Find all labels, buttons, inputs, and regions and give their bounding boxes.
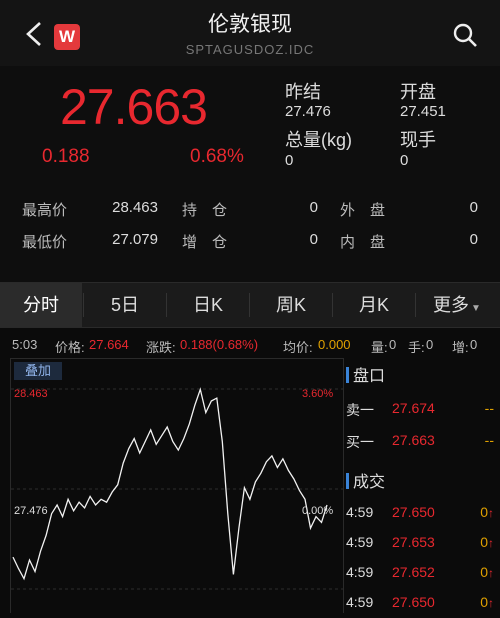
high-label: 最高价 [22, 202, 68, 219]
hold-label: 持 仓 [182, 202, 228, 219]
info-vol-label: 量: [371, 340, 388, 355]
open-label: 开盘 [400, 82, 436, 102]
inner-value: 0 [469, 231, 478, 248]
chart-mid-percent: 0.00% [302, 505, 334, 517]
prev-close-label: 昨结 [285, 82, 321, 102]
chart-top-price: 28.463 [14, 388, 48, 400]
info-inc: 0 [470, 337, 478, 352]
up-arrow-icon: ↑ [488, 506, 494, 520]
side-panel: 盘口 卖一 27.674 -- 买一 27.663 -- 成交 4:59 27.… [346, 358, 500, 612]
orderbook-title: 盘口 [346, 362, 385, 386]
up-arrow-icon: ↑ [488, 566, 494, 580]
tab-intraday[interactable]: 分时 [0, 283, 82, 327]
orderbook-row: 卖一 27.674 -- [346, 400, 494, 418]
info-inc-label: 增: [452, 340, 469, 355]
info-vol: 0 [389, 337, 397, 352]
prev-close-value: 27.476 [285, 103, 331, 120]
search-icon[interactable] [452, 22, 478, 48]
open-value: 27.451 [400, 103, 446, 120]
info-price: 27.664 [89, 337, 129, 352]
inner-label: 内 盘 [340, 234, 386, 251]
low-value: 27.079 [112, 231, 158, 248]
add-value: 0 [309, 231, 318, 248]
top-nav-bar: W 伦敦银现 SPTAGUSDOZ.IDC [0, 0, 500, 66]
price-change-percent: 0.68% [190, 146, 244, 167]
last-price: 27.663 [60, 79, 208, 135]
dropdown-triangle-icon: ▼ [471, 303, 481, 314]
info-price-label: 价格: [55, 340, 85, 355]
info-change-label: 涨跌: [146, 340, 176, 355]
overlay-button[interactable]: 叠加 [14, 362, 62, 380]
volume-label: 总量(kg) [285, 130, 352, 150]
intraday-info-line: 5:03 价格: 27.664 涨跌: 0.188(0.68%) 均价: 0.0… [0, 335, 500, 357]
high-value: 28.463 [112, 199, 158, 216]
chart-mid-price: 27.476 [14, 505, 48, 517]
up-arrow-icon: ↑ [488, 536, 494, 550]
tab-weekly-k[interactable]: 周K [250, 283, 332, 327]
info-avg-label: 均价: [283, 340, 313, 355]
info-hand: 0 [426, 337, 434, 352]
period-tabs: 分时 5日 日K 周K 月K 更多 ▼ [0, 282, 500, 328]
chart-top-percent: 3.60% [302, 388, 334, 400]
price-series-line [12, 387, 328, 581]
trade-row: 4:59 27.653 0↑ [346, 534, 494, 550]
intraday-chart-frame[interactable] [10, 358, 344, 613]
tab-more-label: 更多 [433, 295, 470, 315]
price-change: 0.188 [42, 146, 90, 167]
orderbook-row: 买一 27.663 -- [346, 432, 494, 450]
tab-more[interactable]: 更多 ▼ [416, 283, 498, 327]
add-label: 增 仓 [182, 234, 228, 251]
trade-row: 4:59 27.650 0↑ [346, 504, 494, 520]
tab-5day[interactable]: 5日 [84, 283, 166, 327]
volume-value: 0 [285, 152, 294, 169]
outer-value: 0 [469, 199, 478, 216]
up-arrow-icon: ↑ [488, 596, 494, 610]
current-hand-label: 现手 [400, 130, 436, 150]
quote-panel: 27.663 0.188 0.68% 昨结 27.476 开盘 27.451 总… [0, 66, 500, 282]
hold-value: 0 [309, 199, 318, 216]
info-hand-label: 手: [408, 340, 425, 355]
info-change: 0.188(0.68%) [180, 337, 259, 352]
info-time: 5:03 [12, 337, 38, 352]
page-title: 伦敦银现 [208, 13, 292, 36]
trades-title: 成交 [346, 468, 385, 492]
info-avg: 0.000 [318, 337, 351, 352]
tab-daily-k[interactable]: 日K [167, 283, 249, 327]
outer-label: 外 盘 [340, 202, 386, 219]
low-label: 最低价 [22, 234, 68, 251]
current-hand-value: 0 [400, 152, 409, 169]
trade-row: 4:59 27.650 0↑ [346, 594, 494, 610]
tab-monthly-k[interactable]: 月K [333, 283, 415, 327]
trade-row: 4:59 27.652 0↑ [346, 564, 494, 580]
intraday-chart[interactable] [11, 359, 343, 613]
symbol-code: SPTAGUSDOZ.IDC [185, 42, 315, 57]
